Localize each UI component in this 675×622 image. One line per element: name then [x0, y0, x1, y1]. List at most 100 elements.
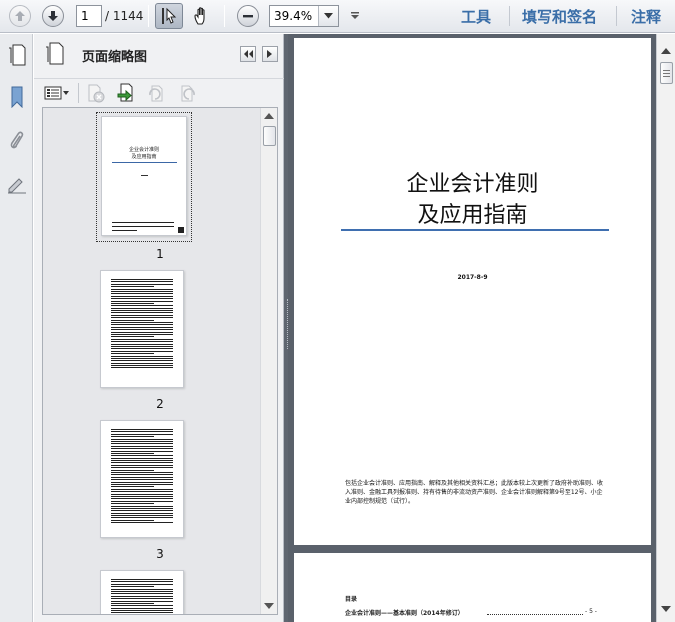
- expand-toolbar-button[interactable]: [346, 3, 364, 29]
- text-line: [111, 324, 173, 326]
- scroll-up-arrow[interactable]: [264, 113, 274, 119]
- scroll-down-arrow[interactable]: [661, 606, 671, 612]
- tools-link[interactable]: 工具: [461, 6, 491, 27]
- text-line: [111, 336, 155, 338]
- page-thumbnail-1[interactable]: 企业会计准则 及应用指南: [101, 116, 187, 236]
- text-line: [111, 298, 173, 300]
- thumbnail-list: 企业会计准则 及应用指南 1 2 3: [42, 107, 278, 615]
- document-scrollbar[interactable]: [656, 34, 675, 622]
- rotate-right-button[interactable]: [178, 83, 198, 106]
- text-line: [111, 479, 173, 481]
- title-line-1: 企业会计准则: [406, 172, 539, 197]
- delete-page-button[interactable]: [86, 83, 106, 106]
- text-line: [111, 365, 173, 367]
- text-line: [111, 469, 155, 471]
- text-line: [111, 590, 173, 592]
- minus-icon: [237, 5, 259, 27]
- panel-menu-button[interactable]: [262, 46, 278, 62]
- arrow-down-icon: [42, 5, 64, 27]
- page-thumbnail-4[interactable]: [100, 570, 184, 614]
- document-title: 企业会计准则 及应用指南: [294, 169, 651, 231]
- text-line: [111, 433, 173, 435]
- text-line: [111, 460, 173, 462]
- document-page-1: 企业会计准则 及应用指南 2017-8-9 包括企业会计准则、应用指南、解释及其…: [294, 38, 651, 545]
- text-line: [111, 612, 173, 614]
- select-tool-button[interactable]: [155, 3, 183, 29]
- text-line: [111, 481, 173, 483]
- pages-icon: [44, 42, 64, 69]
- hand-tool-button[interactable]: [188, 3, 216, 29]
- page-thumbnail-3[interactable]: [100, 420, 184, 538]
- main-toolbar: / 1144 工具 填写和签名 注释: [0, 0, 675, 33]
- text-line: [111, 279, 173, 280]
- text-line: [111, 579, 173, 580]
- text-line: [111, 310, 173, 312]
- text-line: [111, 467, 173, 469]
- toolbar-divider: [148, 5, 149, 27]
- panel-header: 页面缩略图: [34, 34, 284, 74]
- text-line: [111, 290, 173, 292]
- text-line: [111, 295, 173, 297]
- toc-entry: 企业会计准则——基本准则（2014年修订）: [345, 610, 464, 617]
- options-menu-button[interactable]: [44, 83, 72, 103]
- rotate-left-button[interactable]: [146, 83, 166, 106]
- text-line: [111, 338, 173, 340]
- text-line: [111, 586, 155, 588]
- text-line: [111, 360, 173, 362]
- text-line: [111, 288, 173, 290]
- thumbnail-date-mark: [141, 175, 148, 176]
- text-line: [111, 348, 173, 350]
- text-line: [111, 495, 173, 497]
- scroll-thumb[interactable]: [263, 126, 276, 146]
- text-line: [111, 322, 173, 324]
- scroll-thumb[interactable]: [660, 62, 673, 84]
- bookmark-icon: [11, 86, 23, 108]
- toolbar-divider: [78, 83, 79, 103]
- zoom-select[interactable]: [269, 5, 339, 27]
- text-line: [111, 476, 173, 478]
- text-line: [111, 333, 173, 335]
- text-line: [111, 440, 173, 442]
- text-line: [111, 598, 173, 600]
- text-line: [111, 450, 173, 452]
- zoom-value-input[interactable]: [270, 6, 318, 26]
- pages-panel-button[interactable]: [6, 44, 28, 66]
- bookmarks-button[interactable]: [6, 86, 28, 108]
- chevron-down-icon: [324, 13, 333, 19]
- fill-and-sign-link[interactable]: 填写和签名: [522, 6, 597, 27]
- attachments-button[interactable]: [6, 130, 28, 152]
- page-thumbnail-2[interactable]: [100, 270, 184, 388]
- page-thumbnails-panel: 页面缩略图 企业会计准则 及应用指南 1 2 3: [34, 34, 284, 622]
- text-line: [111, 293, 173, 295]
- text-line: [111, 341, 173, 343]
- text-line: [111, 436, 155, 438]
- text-line: [111, 474, 173, 476]
- document-date: 2017-8-9: [457, 274, 488, 281]
- insert-page-button[interactable]: [116, 83, 138, 106]
- signature-icon: [8, 178, 26, 194]
- thumbnail-label-1: 1: [156, 247, 164, 261]
- signatures-button[interactable]: [6, 174, 28, 196]
- zoom-dropdown-button[interactable]: [318, 6, 338, 26]
- thumbnail-corner: [178, 227, 184, 233]
- text-line: [111, 286, 155, 288]
- collapse-panel-button[interactable]: [240, 46, 256, 62]
- toolbar-divider: [224, 5, 225, 27]
- text-line: [111, 350, 173, 352]
- text-line: [111, 510, 173, 512]
- text-line: [111, 326, 173, 328]
- text-line: [111, 307, 173, 309]
- next-page-button[interactable]: [39, 3, 67, 29]
- comment-link[interactable]: 注释: [631, 6, 661, 27]
- thumbnail-scrollbar[interactable]: [260, 108, 277, 614]
- scroll-down-arrow[interactable]: [264, 603, 274, 609]
- text-line: [111, 583, 173, 585]
- previous-page-button[interactable]: [6, 3, 34, 29]
- scroll-up-arrow[interactable]: [661, 48, 671, 54]
- text-line: [111, 448, 173, 450]
- text-line: [111, 491, 173, 493]
- page-number-input[interactable]: [76, 5, 102, 27]
- zoom-out-button[interactable]: [234, 3, 262, 29]
- thumbnail-title-line2: 及应用指南: [131, 154, 157, 160]
- thumbnail-label-3: 3: [156, 547, 164, 561]
